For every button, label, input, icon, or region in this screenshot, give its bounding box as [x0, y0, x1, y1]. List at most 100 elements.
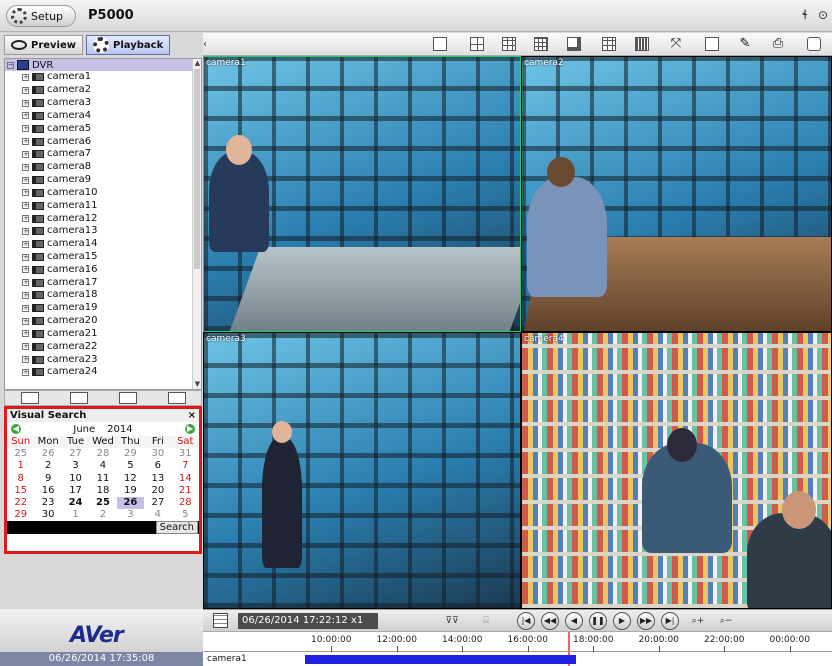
tree-camera-item[interactable]: + camera12 — [5, 212, 193, 225]
calendar-day[interactable]: 7 — [172, 460, 199, 472]
device-tab-icon[interactable] — [20, 392, 39, 404]
timeline[interactable]: 10:00:00 12:00:00 14:00:00 16:00:00 18:00:00… — [203, 631, 832, 666]
calendar-day[interactable]: 9 — [34, 473, 61, 485]
search-tab-icon[interactable] — [118, 392, 137, 404]
tree-camera-item[interactable]: + camera9 — [5, 174, 193, 187]
tree-camera-item[interactable]: + camera6 — [5, 135, 193, 148]
layout-custom-icon[interactable] — [635, 37, 649, 51]
calendar-day[interactable]: 12 — [117, 473, 144, 485]
expand-icon[interactable]: + — [22, 163, 29, 171]
year-label[interactable]: 2014 — [107, 424, 132, 435]
calendar-day[interactable]: 25 — [7, 448, 34, 460]
calendar-day[interactable]: 24 — [62, 497, 89, 509]
calendar-icon[interactable] — [213, 613, 228, 628]
calendar-day[interactable]: 29 — [7, 509, 34, 521]
calendar-day[interactable]: 16 — [34, 485, 61, 497]
collapse-panel-icon[interactable]: ‹ — [203, 37, 210, 52]
calendar-day[interactable]: 1 — [62, 509, 89, 521]
expand-icon[interactable]: + — [22, 356, 29, 364]
layout-1-5-icon[interactable] — [567, 37, 581, 51]
zoom-out-icon[interactable]: ⌕− — [715, 612, 737, 630]
calendar-day[interactable]: 26 — [34, 448, 61, 460]
calendar-day[interactable]: 5 — [172, 509, 199, 521]
tab-playback[interactable]: Playback — [86, 35, 171, 55]
calendar-day[interactable]: 21 — [172, 485, 199, 497]
calendar-day[interactable]: 30 — [34, 509, 61, 521]
expand-icon[interactable]: + — [22, 266, 29, 274]
fullscreen-icon[interactable]: ⤧ — [669, 37, 683, 51]
expand-icon[interactable]: + — [22, 215, 29, 223]
calendar-day[interactable]: 27 — [144, 497, 171, 509]
fast-rewind-button[interactable]: ◀◀ — [541, 612, 559, 630]
tree-camera-item[interactable]: + camera2 — [5, 84, 193, 97]
expand-icon[interactable]: + — [22, 227, 29, 235]
calendar-day[interactable]: 2 — [34, 460, 61, 472]
calendar-day[interactable]: 4 — [144, 509, 171, 521]
calendar-day[interactable]: 20 — [144, 485, 171, 497]
calendar-day[interactable]: 3 — [62, 460, 89, 472]
expand-icon[interactable]: + — [22, 202, 29, 210]
calendar-day[interactable]: 5 — [117, 460, 144, 472]
expand-icon[interactable]: + — [22, 73, 29, 81]
calendar-day[interactable]: 2 — [89, 509, 116, 521]
tree-camera-item[interactable]: + camera4 — [5, 109, 193, 122]
expand-icon[interactable]: + — [22, 253, 29, 261]
step-back-button[interactable]: ◀ — [565, 612, 583, 630]
tree-camera-item[interactable]: + camera22 — [5, 340, 193, 353]
close-icon[interactable]: × — [188, 410, 196, 421]
tree-camera-item[interactable]: + camera24 — [5, 366, 193, 379]
edit-icon[interactable]: ✎ — [738, 37, 752, 51]
video-tile-camera1[interactable]: camera1 — [203, 56, 521, 332]
search-button[interactable]: Search — [155, 521, 198, 535]
expand-icon[interactable]: + — [22, 291, 29, 299]
fast-forward-button[interactable]: ▶▶ — [637, 612, 655, 630]
tree-camera-item[interactable]: + camera3 — [5, 97, 193, 110]
calendar-day[interactable]: 23 — [34, 497, 61, 509]
speed-icon[interactable]: ⊽⊽ — [441, 612, 463, 630]
layout-9-icon[interactable] — [502, 37, 516, 51]
play-button[interactable]: ▶ — [613, 612, 631, 630]
tree-camera-item[interactable]: + camera1 — [5, 71, 193, 84]
tree-camera-item[interactable]: + camera18 — [5, 289, 193, 302]
tree-camera-item[interactable]: + camera23 — [5, 353, 193, 366]
tab-preview[interactable]: Preview — [4, 35, 84, 55]
calendar-day[interactable]: 28 — [172, 497, 199, 509]
prev-month-button[interactable]: ◀ — [11, 424, 21, 434]
calendar-day[interactable]: 15 — [7, 485, 34, 497]
layout-1-8-icon[interactable] — [602, 37, 616, 51]
scroll-down-icon[interactable]: ▼ — [193, 380, 201, 389]
expand-icon[interactable]: + — [22, 343, 29, 351]
scroll-up-icon[interactable]: ▲ — [193, 59, 201, 68]
tree-camera-item[interactable]: + camera15 — [5, 251, 193, 264]
tree-camera-item[interactable]: + camera13 — [5, 225, 193, 238]
tree-scrollbar[interactable]: ▲ ▼ — [192, 59, 201, 389]
setup-button[interactable]: Setup — [6, 5, 76, 27]
skip-start-button[interactable]: |◀ — [517, 612, 535, 630]
calendar-day[interactable]: 8 — [7, 473, 34, 485]
layout-1-icon[interactable] — [433, 37, 447, 51]
next-month-button[interactable]: ▶ — [184, 424, 195, 434]
expand-icon[interactable]: + — [22, 330, 29, 338]
calendar-day[interactable]: 22 — [7, 497, 34, 509]
expand-icon[interactable]: + — [22, 317, 29, 325]
expand-icon[interactable]: + — [22, 99, 29, 107]
expand-icon[interactable]: + — [22, 112, 29, 120]
expand-icon[interactable]: + — [22, 189, 29, 197]
expand-icon[interactable]: + — [22, 86, 29, 94]
recording-segment[interactable] — [305, 655, 576, 664]
calendar-day[interactable]: 1 — [7, 460, 34, 472]
calendar-day[interactable]: 13 — [144, 473, 171, 485]
tree-camera-item[interactable]: + camera20 — [5, 315, 193, 328]
month-select[interactable]: June — [73, 424, 95, 435]
calendar-day[interactable]: 6 — [144, 460, 171, 472]
layout-16-icon[interactable] — [534, 37, 548, 51]
layout-4-icon[interactable] — [470, 37, 484, 51]
video-tile-camera4[interactable]: camera4 — [521, 332, 832, 609]
video-tile-camera2[interactable]: camera2 — [521, 56, 832, 332]
tree-camera-item[interactable]: + camera11 — [5, 199, 193, 212]
visual-search-tab-icon[interactable] — [167, 392, 186, 404]
tree-camera-item[interactable]: + camera10 — [5, 186, 193, 199]
close-icon[interactable]: ⊙ — [818, 8, 828, 22]
collapse-icon[interactable]: − — [7, 61, 14, 69]
tree-camera-item[interactable]: + camera17 — [5, 276, 193, 289]
